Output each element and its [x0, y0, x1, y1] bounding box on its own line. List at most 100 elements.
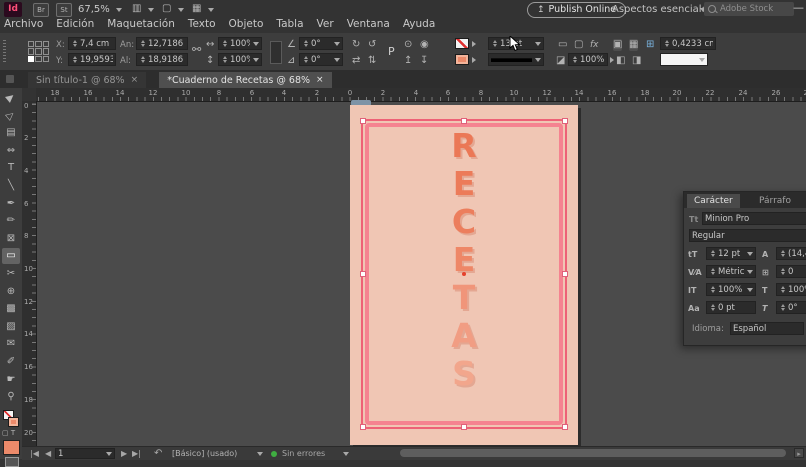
stroke-style-chevron-icon[interactable] [535, 58, 541, 62]
corner-size-icon[interactable]: ⊞ [646, 39, 654, 51]
font-style-field[interactable]: Regular [689, 229, 806, 242]
skew-field[interactable]: 0° [776, 301, 806, 314]
note-tool[interactable]: ✉ [2, 336, 20, 352]
hscale-spinner[interactable] [779, 284, 786, 295]
gradient-tool[interactable]: ▩ [2, 301, 20, 317]
formatting-affects-container-icon[interactable]: ▢ T [2, 429, 15, 437]
font-size-field[interactable]: 12 pt [706, 247, 756, 260]
leading-spinner[interactable] [779, 248, 786, 259]
opacity-chevron-icon[interactable] [610, 57, 614, 63]
tab-close-icon[interactable]: × [131, 75, 139, 85]
toolbar-stroke-swatch[interactable] [8, 417, 19, 427]
previous-page-button[interactable]: ◀ [45, 448, 51, 459]
selection-handle-bottom-right[interactable] [562, 424, 568, 430]
preflight-status-chevron-icon[interactable] [343, 452, 349, 456]
font-family-field[interactable]: Minion Pro [702, 212, 806, 225]
scale-y-chevron-icon[interactable] [253, 58, 259, 62]
pen-tool[interactable]: ✒ [2, 196, 20, 212]
selection-handle-bottom-center[interactable] [461, 424, 467, 430]
page-tool[interactable]: ▤ [2, 125, 20, 141]
wrap-around-button[interactable]: ▦ [629, 39, 638, 51]
vertical-scale-field[interactable]: 100% [706, 283, 756, 296]
opacity-spinner[interactable] [571, 54, 578, 65]
scale-x-chevron-icon[interactable] [253, 42, 259, 46]
scale-y-spinner[interactable] [221, 54, 228, 65]
view-options-icon[interactable]: ▥ [132, 3, 141, 15]
gradient-feather-tool[interactable]: ▨ [2, 319, 20, 335]
hand-tool[interactable]: ☛ [2, 372, 20, 388]
next-page-button[interactable]: ▶ [121, 448, 127, 459]
rectangle-tool[interactable]: ▭ [2, 248, 20, 264]
rotation-chevron-icon[interactable] [334, 42, 340, 46]
curved-arrow-icon[interactable]: ↶ [154, 448, 162, 459]
scale-x-field[interactable]: 100% [218, 37, 262, 50]
constrain-dimensions-link-icon[interactable]: ⚯ [192, 44, 201, 56]
select-content-button[interactable]: ◉ [420, 39, 429, 51]
select-next-object-button[interactable]: ↧ [420, 55, 428, 67]
menu-texto[interactable]: Texto [188, 18, 216, 30]
line-tool[interactable]: ╲ [2, 178, 20, 194]
adobe-stock-search[interactable]: Adobe Stock [704, 2, 794, 16]
selection-handle-top-center[interactable] [461, 118, 467, 124]
apply-color-button[interactable] [3, 440, 20, 455]
language-field[interactable]: Español [730, 322, 804, 335]
corner-options-icon[interactable]: ▢ [574, 39, 583, 51]
swatch-preview-chevron-icon[interactable] [699, 58, 705, 62]
opacity-field[interactable]: 100% [568, 53, 608, 66]
screen-mode-chevron-icon[interactable] [178, 8, 184, 12]
flip-vertical-button[interactable]: ⇅ [368, 55, 376, 67]
fill-swatch-chevron-icon[interactable] [472, 41, 476, 47]
menu-archivo[interactable]: Archivo [4, 18, 43, 30]
stroke-swatch-chevron-icon[interactable] [472, 57, 476, 63]
tab-close-icon[interactable]: × [316, 75, 324, 85]
font-size-chevron-icon[interactable] [747, 252, 753, 256]
x-spinner[interactable] [71, 38, 78, 49]
scissors-tool[interactable]: ✂ [2, 266, 20, 282]
tab-character[interactable]: Carácter [687, 194, 740, 208]
zoom-tool[interactable]: ⚲ [2, 389, 20, 405]
object-effect-icon[interactable]: ◧ [616, 55, 625, 67]
panel-grip-handle[interactable] [3, 40, 6, 64]
kerning-spinner[interactable] [709, 266, 716, 277]
screen-mode-icon[interactable]: ▢ [162, 3, 171, 15]
menu-maquetacion[interactable]: Maquetación [107, 18, 175, 30]
constrain-scale-toggle[interactable] [270, 41, 282, 64]
effects-fx-button[interactable]: fx [590, 39, 599, 51]
preflight-status-text[interactable]: Sin errores [282, 448, 325, 459]
horizontal-scrollbar-thumb[interactable] [400, 449, 786, 457]
swatch-preview-dropdown[interactable] [660, 53, 708, 66]
stroke-weight-spinner[interactable] [491, 38, 498, 49]
selection-handle-top-right[interactable] [562, 118, 568, 124]
width-field[interactable]: 12,7186 cm [136, 37, 188, 50]
menu-ver[interactable]: Ver [317, 18, 334, 30]
x-position-field[interactable]: 7,4 cm [68, 37, 116, 50]
stroke-swatch-orange[interactable] [455, 54, 469, 65]
tab-paragraph[interactable]: Párrafo [752, 194, 798, 208]
kerning-chevron-icon[interactable] [747, 270, 753, 274]
y-position-field[interactable]: 19,9593 cm [68, 53, 116, 66]
document-tab-2[interactable]: *Cuaderno de Recetas @ 68%× [159, 72, 331, 88]
page-number-field[interactable]: 1 [55, 448, 115, 459]
document-tab-1[interactable]: Sin título-1 @ 68%× [28, 72, 146, 88]
tracking-field[interactable]: 0 [776, 265, 806, 278]
free-transform-tool[interactable]: ⊕ [2, 284, 20, 300]
skew-spinner[interactable] [779, 302, 786, 313]
width-spinner[interactable] [139, 38, 146, 49]
corner-radius-field[interactable]: 0,4233 cm [660, 37, 716, 50]
menu-edicion[interactable]: Edición [56, 18, 94, 30]
menu-tabla[interactable]: Tabla [276, 18, 303, 30]
font-size-spinner[interactable] [709, 248, 716, 259]
selected-border-frame[interactable]: RECETAS [361, 119, 567, 429]
document-page[interactable]: RECETAS [350, 105, 578, 445]
stock-icon[interactable]: St [56, 3, 72, 17]
corner-radius-spinner[interactable] [663, 38, 670, 49]
rotate-ccw-button[interactable]: ↺ [368, 39, 376, 51]
corner-shape-icon[interactable]: ▭ [558, 39, 567, 51]
preflight-profile-value[interactable]: [Básico] (usado) [172, 448, 237, 459]
selection-handle-mid-right[interactable] [562, 271, 568, 277]
gap-tool[interactable]: ⇔ [2, 143, 20, 159]
y-spinner[interactable] [71, 54, 78, 65]
type-tool[interactable]: T [2, 160, 20, 176]
rotation-angle-field[interactable]: 0° [299, 37, 343, 50]
selection-handle-mid-left[interactable] [360, 271, 366, 277]
